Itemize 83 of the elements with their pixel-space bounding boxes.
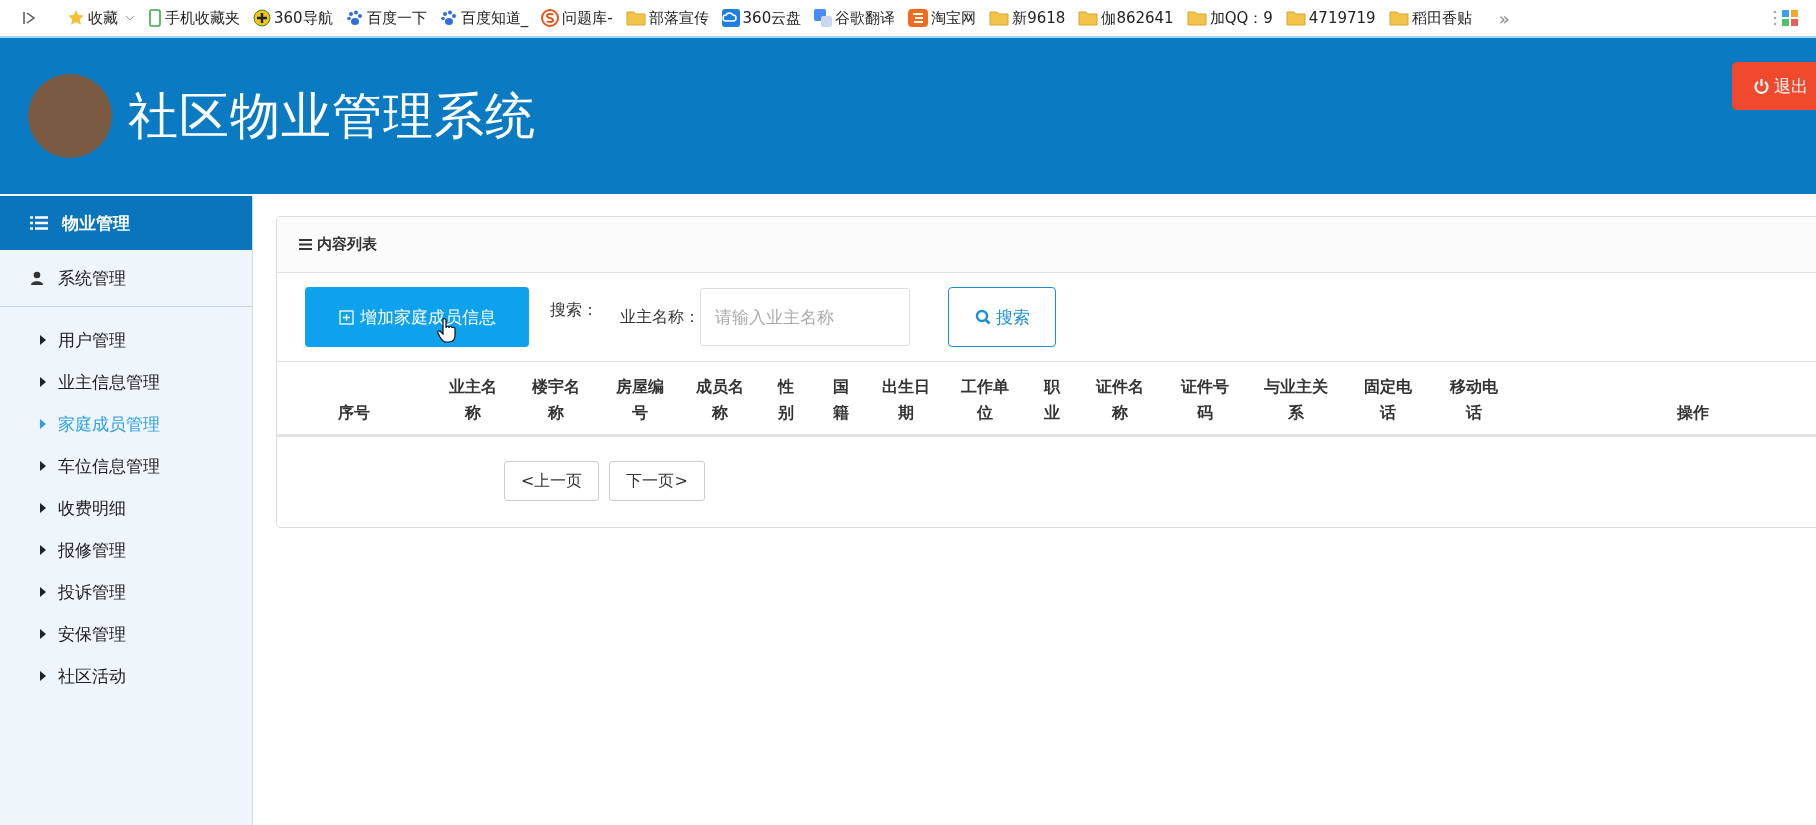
bookmark-link[interactable]: 百度知道_	[439, 8, 529, 28]
plus-circle-icon	[253, 9, 271, 27]
bookmark-link[interactable]: 新9618	[989, 8, 1066, 28]
folder-icon	[1285, 10, 1306, 26]
folder-icon	[625, 10, 646, 26]
column-header: 序号	[338, 402, 370, 424]
triangle-icon	[40, 629, 46, 639]
triangle-icon	[40, 671, 46, 681]
search-button[interactable]: 搜索	[948, 287, 1056, 347]
column-header: 移动电话	[1448, 376, 1499, 424]
sidebar-group[interactable]: 系统管理	[0, 250, 252, 307]
triangle-icon	[40, 545, 46, 555]
triangle-icon	[40, 335, 46, 345]
letter-circle-icon	[541, 9, 560, 27]
bookmark-link[interactable]: 360云盘	[721, 8, 802, 28]
column-header: 性别	[776, 376, 795, 424]
column-header: 出生日期	[882, 376, 930, 424]
bookmark-link[interactable]: 360导航	[253, 8, 333, 28]
column-header: 工作单位	[960, 376, 1010, 424]
search-label: 搜索：	[550, 299, 598, 321]
triangle-icon	[40, 587, 46, 597]
folder-icon	[1388, 10, 1409, 26]
system-title: 社区物业管理系统	[128, 85, 536, 147]
triangle-icon	[40, 461, 46, 471]
caret-icon[interactable]	[125, 14, 135, 22]
column-header: 与业主关系	[1262, 376, 1329, 424]
bookmark-link[interactable]: 伽862641	[1078, 8, 1174, 28]
sidebar-toggle-icon[interactable]	[22, 10, 36, 26]
panel-title: 内容列表	[317, 235, 377, 254]
sidebar-item[interactable]: 业主信息管理	[0, 361, 252, 403]
sidebar-item[interactable]: 投诉管理	[0, 571, 252, 613]
bookmark-link[interactable]: 部落宣传	[625, 8, 709, 28]
column-header: 成员名称	[695, 376, 744, 424]
sidebar-item[interactable]: 车位信息管理	[0, 445, 252, 487]
power-icon	[1754, 78, 1769, 94]
column-header: 职业	[1043, 376, 1061, 424]
pagination-button[interactable]: 下一页>	[609, 461, 705, 501]
bookmark-link[interactable]: 加QQ：9	[1186, 8, 1273, 28]
column-header: 业主名称	[447, 376, 498, 424]
phone-icon	[148, 9, 162, 27]
list-icon	[299, 239, 312, 250]
sidebar-heading[interactable]: 物业管理	[0, 196, 252, 250]
list-icon	[30, 216, 48, 230]
column-header: 固定电话	[1363, 376, 1413, 424]
folder-icon	[989, 10, 1010, 26]
sidebar-item[interactable]: 社区活动	[0, 655, 252, 697]
triangle-icon	[40, 419, 46, 429]
folder-icon	[1078, 10, 1099, 26]
star-icon	[67, 9, 85, 27]
bookmark-link[interactable]: 收藏	[67, 8, 135, 28]
folder-icon	[1186, 10, 1207, 26]
sidebar-item[interactable]: 安保管理	[0, 613, 252, 655]
cloud-icon	[721, 9, 740, 27]
bookmark-link[interactable]: 淘宝网	[908, 8, 977, 28]
column-header: 房屋编号	[614, 376, 665, 424]
translate-icon	[814, 9, 833, 27]
more-bookmarks[interactable]: »	[1498, 7, 1510, 29]
paw-icon	[439, 9, 458, 27]
owner-name-label: 业主名称：	[620, 306, 700, 328]
column-header: 证件名称	[1094, 376, 1145, 424]
pagination-button[interactable]: <上一页	[504, 461, 600, 501]
bookmark-link[interactable]: 百度一下	[345, 8, 427, 28]
bookmark-link[interactable]: 稻田香贴	[1388, 8, 1472, 28]
bookmark-link[interactable]: 问题库-	[541, 8, 613, 28]
user-icon	[30, 271, 44, 285]
logout-button[interactable]: 退出	[1732, 62, 1816, 110]
shop-icon	[908, 9, 929, 27]
triangle-icon	[40, 377, 46, 387]
sidebar-item[interactable]: 报修管理	[0, 529, 252, 571]
bookmark-link[interactable]: 手机收藏夹	[148, 8, 240, 28]
bookmark-link[interactable]: 4719719	[1285, 9, 1376, 27]
column-header: 操作	[1677, 402, 1709, 424]
column-header: 楼宇名称	[531, 376, 581, 424]
column-header: 国籍	[831, 376, 850, 424]
sidebar-item[interactable]: 用户管理	[0, 319, 252, 361]
search-icon	[974, 309, 991, 325]
triangle-icon	[40, 503, 46, 513]
owner-name-input[interactable]: 请输入业主名称	[700, 288, 910, 346]
sidebar-item[interactable]: 收费明细	[0, 487, 252, 529]
plus-square-icon	[338, 309, 354, 325]
paw-icon	[345, 9, 364, 27]
column-header: 证件号码	[1179, 376, 1230, 424]
bookmark-link[interactable]: 谷歌翻译	[814, 8, 896, 28]
